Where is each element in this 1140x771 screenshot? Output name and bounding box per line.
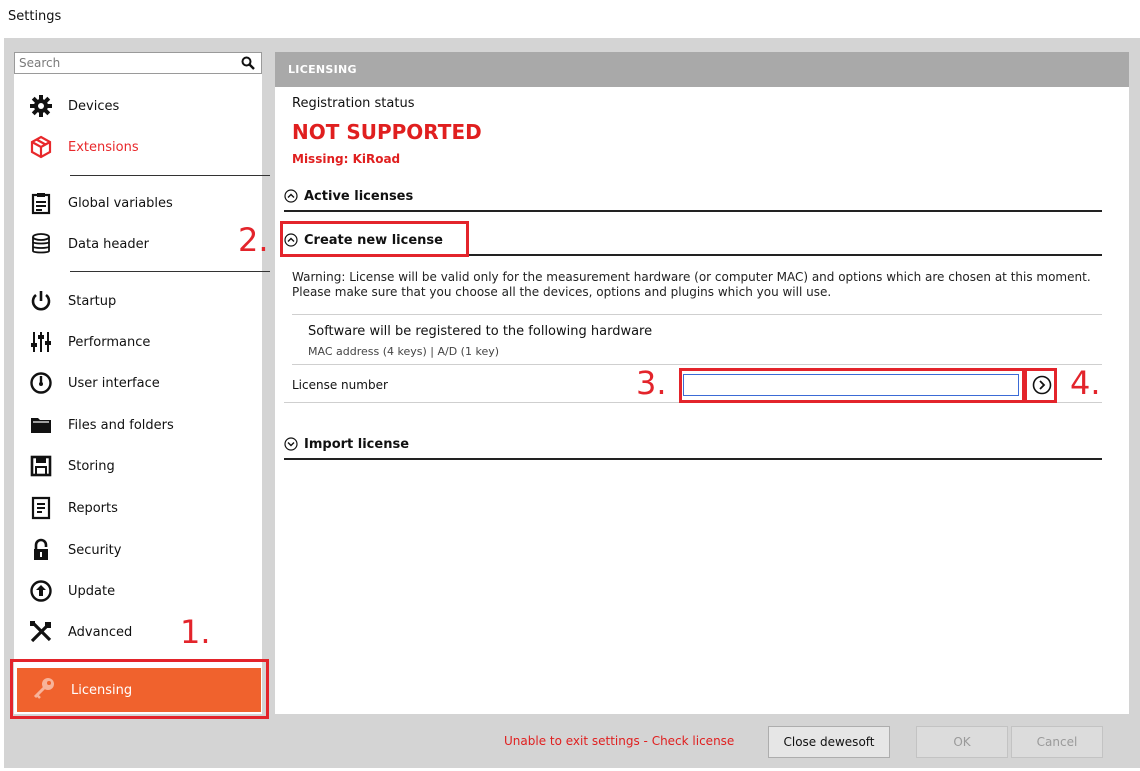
registration-status-label: Registration status: [292, 96, 415, 111]
divider: [284, 402, 1102, 403]
sidebar-item-label: Performance: [68, 334, 151, 350]
missing-license-text: Missing: KiRoad: [292, 152, 401, 166]
sidebar-item-reports[interactable]: Reports: [28, 490, 260, 526]
ok-button[interactable]: OK: [916, 726, 1008, 758]
sidebar-item-licensing[interactable]: Licensing: [17, 668, 261, 712]
hardware-title: Software will be registered to the follo…: [308, 324, 653, 339]
save-icon: [28, 453, 54, 479]
sidebar-item-advanced[interactable]: Advanced: [28, 614, 260, 650]
sidebar-item-label: Global variables: [68, 195, 173, 211]
license-warning-text: Warning: License will be valid only for …: [292, 270, 1091, 299]
sidebar-item-devices[interactable]: Devices: [28, 88, 260, 124]
license-number-label: License number: [292, 378, 388, 392]
sidebar-item-update[interactable]: Update: [28, 573, 260, 609]
panel-header: LICENSING: [275, 52, 1129, 87]
footer-error-message: Unable to exit settings - Check license: [504, 734, 735, 748]
sidebar-item-label: Devices: [68, 98, 120, 114]
registration-status-value: NOT SUPPORTED: [292, 120, 482, 144]
sidebar-item-label: Security: [68, 542, 122, 558]
lock-icon: [28, 537, 54, 563]
sidebar-item-performance[interactable]: Performance: [28, 324, 260, 360]
licensing-panel: LICENSING Registration status NOT SUPPOR…: [275, 52, 1129, 714]
search-box[interactable]: [14, 52, 262, 74]
section-title: Active licenses: [304, 188, 414, 204]
chevron-up-icon: [284, 233, 298, 247]
sidebar-item-label: Files and folders: [68, 417, 174, 433]
sidebar-item-label: Extensions: [68, 139, 139, 155]
submit-license-button[interactable]: [1031, 374, 1053, 396]
section-title: Import license: [304, 436, 410, 452]
key-icon: [31, 675, 57, 705]
section-create-new-license[interactable]: Create new license: [284, 226, 1102, 256]
sidebar-item-global-variables[interactable]: Global variables: [28, 185, 260, 221]
section-active-licenses[interactable]: Active licenses: [284, 182, 1102, 212]
hardware-detail: MAC address (4 keys) | A/D (1 key): [308, 345, 500, 358]
chevron-up-icon: [284, 189, 298, 203]
sidebar-item-label: Data header: [68, 236, 149, 252]
sidebar: Devices Extensions Global variables Data…: [14, 52, 270, 714]
database-icon: [28, 231, 54, 257]
gear-icon: [28, 93, 54, 119]
power-icon: [28, 288, 54, 314]
cancel-button[interactable]: Cancel: [1011, 726, 1103, 758]
upload-icon: [28, 578, 54, 604]
sidebar-item-extensions[interactable]: Extensions: [28, 129, 260, 165]
sidebar-item-user-interface[interactable]: User interface: [28, 365, 260, 401]
package-icon: [28, 134, 54, 160]
close-dewesoft-button[interactable]: Close dewesoft: [768, 726, 890, 758]
sidebar-item-label: Storing: [68, 458, 115, 474]
tools-icon: [28, 619, 54, 645]
divider: [292, 364, 1102, 365]
sidebar-item-security[interactable]: Security: [28, 532, 260, 568]
search-icon[interactable]: [241, 56, 255, 70]
sidebar-item-label: Update: [68, 583, 116, 599]
sidebar-item-label: User interface: [68, 375, 160, 391]
sidebar-item-files-and-folders[interactable]: Files and folders: [28, 407, 260, 443]
chevron-down-icon: [284, 437, 298, 451]
sidebar-item-label: Advanced: [68, 624, 133, 640]
sidebar-item-label: Licensing: [71, 682, 133, 698]
divider: [70, 175, 270, 176]
sidebar-item-label: Startup: [68, 293, 117, 309]
gauge-icon: [28, 370, 54, 396]
report-icon: [28, 495, 54, 521]
sidebar-item-data-header[interactable]: Data header: [28, 226, 260, 262]
sidebar-item-storing[interactable]: Storing: [28, 448, 260, 484]
sliders-icon: [28, 329, 54, 355]
divider: [70, 271, 270, 272]
folder-icon: [28, 412, 54, 438]
divider: [292, 314, 1102, 315]
search-input[interactable]: [15, 53, 225, 73]
sidebar-item-label: Reports: [68, 500, 118, 516]
license-number-input[interactable]: [683, 374, 1019, 396]
chevron-right-circle-icon: [1032, 375, 1052, 395]
section-import-license[interactable]: Import license: [284, 430, 1102, 460]
section-title: Create new license: [304, 232, 443, 248]
sidebar-item-startup[interactable]: Startup: [28, 283, 260, 319]
clipboard-icon: [28, 190, 54, 216]
window-title: Settings: [8, 9, 62, 24]
